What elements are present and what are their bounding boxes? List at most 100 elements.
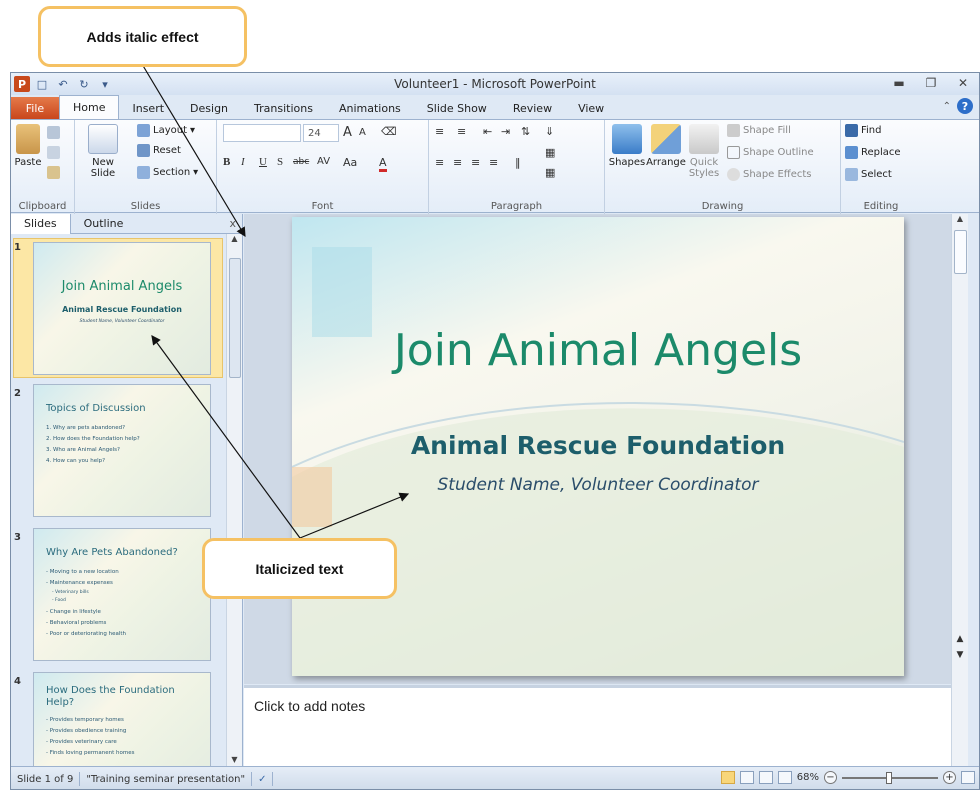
strikethrough-button[interactable]: abc [293,157,309,167]
underline-button[interactable]: U [259,156,267,168]
zoom-slider[interactable] [842,771,938,784]
font-color-button[interactable]: A [379,156,387,172]
pane-scroll-thumb[interactable] [229,258,241,378]
columns-icon[interactable]: ‖ [515,156,521,169]
pane-close-icon[interactable]: x [229,217,236,230]
new-slide-button[interactable]: New Slide [83,124,123,179]
change-case-button[interactable]: Aa [343,156,357,169]
notes-pane[interactable]: Click to add notes [244,685,951,766]
tab-slides[interactable]: Slides [11,213,71,234]
format-painter-button[interactable] [47,166,60,179]
zoom-in-icon[interactable]: + [943,771,956,784]
line-spacing-icon[interactable]: ⇅ [521,125,530,138]
decrease-indent-icon[interactable]: ⇤ [483,125,492,138]
minimize-icon[interactable]: ▬ [883,73,915,93]
smartart-icon[interactable]: ▦ [545,166,555,179]
find-button[interactable]: Find [845,124,882,137]
slide-thumbnail-2[interactable]: 2 Topics of Discussion 1. Why are pets a… [11,384,225,524]
align-center-icon[interactable]: ≡ [453,156,462,169]
align-left-icon[interactable]: ≡ [435,156,444,169]
tab-transitions[interactable]: Transitions [241,97,326,119]
cut-button[interactable] [47,126,60,139]
zoom-out-icon[interactable]: − [824,771,837,784]
notes-placeholder[interactable]: Click to add notes [254,698,365,714]
arrange-button[interactable]: Arrange [646,124,686,168]
quick-styles-button[interactable]: Quick Styles [687,124,721,179]
save-icon[interactable]: □ [33,76,51,92]
tab-outline[interactable]: Outline [71,214,137,234]
reset-button[interactable]: Reset [137,144,181,157]
customize-qat-icon[interactable]: ▾ [96,76,114,92]
align-right-icon[interactable]: ≡ [471,156,480,169]
paste-icon [16,124,40,154]
scroll-down-icon[interactable]: ▼ [227,755,242,764]
shapes-button[interactable]: Shapes [609,124,645,168]
clear-formatting-icon[interactable]: ⌫ [381,125,397,138]
character-spacing-button[interactable]: AV [317,156,330,167]
shape-fill-button[interactable]: Shape Fill [727,124,791,137]
text-direction-icon[interactable]: ⇓ [545,125,554,138]
slide-show-view-icon[interactable] [777,771,792,784]
section-button[interactable]: Section ▾ [137,166,198,179]
justify-icon[interactable]: ≡ [489,156,498,169]
tab-design[interactable]: Design [177,97,241,119]
slide-thumbnail-1[interactable]: 1 Join Animal Angels Animal Rescue Found… [11,238,225,378]
powerpoint-logo-icon[interactable]: P [14,76,30,92]
increase-indent-icon[interactable]: ⇥ [501,125,510,138]
pane-scrollbar[interactable]: ▲ ▼ [226,234,242,766]
zoom-level[interactable]: 68% [797,772,819,783]
paste-button[interactable]: Paste [15,124,42,168]
shape-effects-button[interactable]: Shape Effects [727,168,811,181]
slide-number: 2 [14,388,21,399]
slide-title[interactable]: Join Animal Angels [292,325,904,376]
tab-insert[interactable]: Insert [119,97,177,119]
close-icon[interactable]: ✕ [947,73,979,93]
font-size-combo[interactable]: 24 [303,124,339,142]
tab-view[interactable]: View [565,97,617,119]
slide-sorter-view-icon[interactable] [739,771,754,784]
scroll-up-icon[interactable]: ▲ [227,234,242,243]
tab-animations[interactable]: Animations [326,97,414,119]
font-name-combo[interactable] [223,124,301,142]
grow-font-button[interactable]: A [343,125,352,140]
tab-review[interactable]: Review [500,97,565,119]
tab-slide-show[interactable]: Slide Show [414,97,500,119]
fit-to-window-icon[interactable] [961,771,975,784]
select-button[interactable]: Select [845,168,892,181]
main-scrollbar[interactable]: ▲ ▲ ▼ [951,214,968,766]
normal-view-icon[interactable] [720,771,735,784]
zoom-slider-knob[interactable] [886,771,892,784]
slide-subtitle-italic[interactable]: Student Name, Volunteer Coordinator [292,475,904,495]
slide-thumbnail-4[interactable]: 4 How Does the Foundation Help? - Provid… [11,672,225,766]
thumb-bullet: - Change in lifestyle [46,609,101,615]
minimize-ribbon-icon[interactable]: ⌃ [943,101,951,112]
slide-thumbnail-3[interactable]: 3 Why Are Pets Abandoned? - Moving to a … [11,528,225,668]
main-scroll-up-icon[interactable]: ▲ [952,214,968,223]
layout-button[interactable]: Layout ▾ [137,124,195,137]
group-editing: Find Replace Select Editing [841,120,921,214]
tab-home[interactable]: Home [59,95,120,119]
bullets-icon[interactable]: ≡ [435,125,444,138]
bold-button[interactable]: B [223,156,230,168]
copy-button[interactable] [47,146,60,159]
shape-outline-button[interactable]: Shape Outline [727,146,814,159]
main-scroll-thumb[interactable] [954,230,967,274]
italic-button[interactable]: I [241,156,245,168]
tab-file[interactable]: File [11,97,59,119]
redo-icon[interactable]: ↻ [75,76,93,92]
help-icon[interactable]: ? [957,98,973,114]
undo-icon[interactable]: ↶ [54,76,72,92]
previous-slide-icon[interactable]: ▲ [952,634,968,644]
replace-button[interactable]: Replace [845,146,901,159]
next-slide-icon[interactable]: ▼ [952,650,968,660]
shrink-font-button[interactable]: A [359,127,366,138]
align-text-icon[interactable]: ▦ [545,146,555,159]
reading-view-icon[interactable] [758,771,773,784]
layout-dropdown-icon: ▾ [190,125,196,136]
slide-subtitle[interactable]: Animal Rescue Foundation [292,431,904,460]
numbering-icon[interactable]: ≡ [457,125,466,138]
text-shadow-button[interactable]: S [277,156,283,168]
current-slide[interactable]: Join Animal Angels Animal Rescue Foundat… [292,217,904,676]
restore-icon[interactable]: ❐ [915,73,947,93]
spelling-check-icon[interactable]: ✓ [252,772,274,786]
